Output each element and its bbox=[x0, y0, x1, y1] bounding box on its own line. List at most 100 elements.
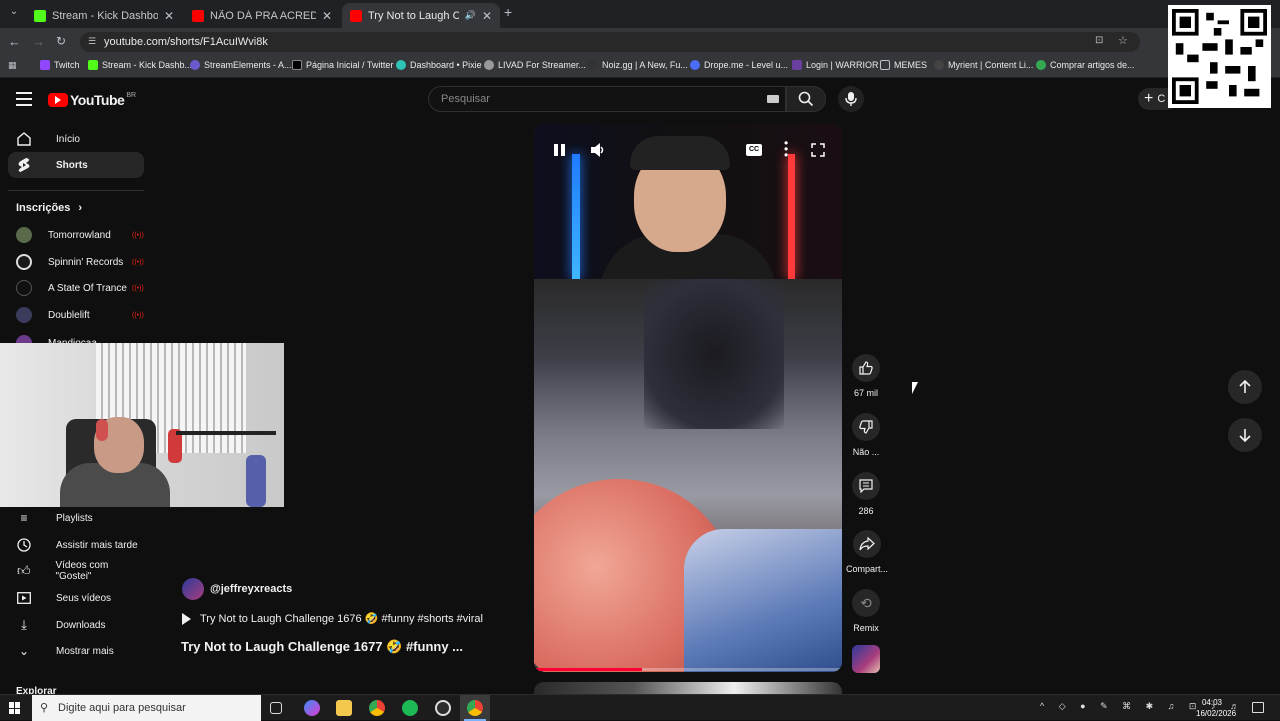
chevron-down-icon: ⌄ bbox=[18, 644, 30, 658]
reload-icon[interactable]: ↻ bbox=[56, 34, 66, 48]
sidebar-item-home[interactable]: Início bbox=[8, 126, 144, 152]
channel-avatar bbox=[182, 578, 204, 600]
search-input[interactable]: Pesquisar bbox=[428, 86, 786, 112]
previous-short-button[interactable] bbox=[1228, 370, 1262, 404]
reactor-bandana bbox=[630, 136, 730, 170]
start-button[interactable] bbox=[9, 702, 21, 714]
bookmark-livad[interactable]: LIVAD For Streamer... bbox=[484, 60, 586, 70]
pause-button[interactable] bbox=[554, 144, 568, 158]
sidebar-sub-doublelift[interactable]: Doublelift ((•)) bbox=[8, 302, 144, 328]
tab-list-dropdown-icon[interactable]: ⌄ bbox=[6, 6, 22, 22]
download-icon: ⤓ bbox=[21, 617, 27, 632]
warrior-icon bbox=[792, 60, 802, 70]
close-tab-icon[interactable]: ✕ bbox=[164, 9, 174, 23]
headset-graphic bbox=[96, 419, 108, 441]
webcam-overlay bbox=[0, 343, 284, 507]
apps-grid-icon[interactable]: ▦ bbox=[8, 60, 17, 71]
bookmark-comprar[interactable]: Comprar artigos de... bbox=[1036, 60, 1135, 70]
related-video-link[interactable]: Try Not to Laugh Challenge 1676 🤣 #funny… bbox=[182, 612, 483, 625]
file-explorer-icon[interactable] bbox=[336, 700, 352, 716]
back-icon[interactable]: ← bbox=[8, 34, 21, 49]
clock[interactable]: 04:03 16/02/2026 bbox=[1196, 697, 1236, 719]
mute-tab-icon[interactable]: 🔊 bbox=[465, 10, 476, 21]
bookmark-twitter[interactable]: Página Inicial / Twitter bbox=[292, 60, 393, 70]
volume-button[interactable] bbox=[590, 142, 604, 158]
bookmark-drope[interactable]: Drope.me - Level u... bbox=[690, 60, 788, 70]
channel-avatar-small[interactable] bbox=[852, 645, 880, 673]
sidebar-sub-asot[interactable]: A State Of Trance ((•)) bbox=[8, 275, 144, 301]
obs-icon[interactable] bbox=[435, 700, 451, 716]
sidebar-divider bbox=[8, 190, 144, 191]
share-button[interactable]: Compart... bbox=[846, 530, 888, 574]
tab-youtube-1[interactable]: NÃO DÁ PRA ACREDITAR NO C ✕ bbox=[184, 3, 340, 28]
shorts-video-player[interactable]: CC • • • bbox=[534, 124, 842, 672]
clip-hair-blur bbox=[644, 279, 784, 429]
pixie-icon bbox=[396, 60, 406, 70]
bookmark-folder-memes[interactable]: MEMES bbox=[880, 60, 927, 70]
tab-kick[interactable]: Stream - Kick Dashboard ✕ bbox=[26, 3, 182, 28]
fullscreen-icon[interactable] bbox=[810, 142, 826, 158]
close-tab-icon[interactable]: ✕ bbox=[482, 9, 492, 23]
install-app-icon[interactable]: ⊡ bbox=[1095, 35, 1103, 46]
sidebar-item-watch-later[interactable]: Assistir mais tarde bbox=[8, 532, 144, 558]
avatar bbox=[16, 307, 32, 323]
bookmark-kick[interactable]: Stream - Kick Dashb... bbox=[88, 60, 192, 70]
subscriptions-header[interactable]: Inscrições › bbox=[16, 202, 82, 214]
search-button[interactable] bbox=[786, 86, 826, 112]
bookmark-twitch[interactable]: Twitch bbox=[40, 60, 80, 70]
dislike-button[interactable]: Não ... bbox=[846, 413, 886, 457]
sidebar-item-show-more[interactable]: ⌄ Mostrar mais bbox=[8, 638, 144, 664]
comment-icon bbox=[852, 472, 880, 500]
bookmark-pixie[interactable]: Dashboard • Pixie bbox=[396, 60, 482, 70]
address-bar[interactable]: ☰ youtube.com/shorts/F1AcuIWvi8k ⊡ ☆ bbox=[80, 32, 1140, 52]
bookmark-streamelements[interactable]: StreamElements - A... bbox=[190, 60, 292, 70]
comments-button[interactable]: 286 bbox=[846, 472, 886, 516]
youtube-play-icon bbox=[48, 93, 68, 107]
new-tab-button[interactable]: + bbox=[504, 4, 520, 22]
task-view-icon[interactable] bbox=[270, 702, 282, 714]
bottle-graphic bbox=[246, 455, 266, 507]
chrome-active-icon[interactable] bbox=[460, 695, 490, 721]
tab-youtube-active[interactable]: Try Not to Laugh Challenge 🔊 ✕ bbox=[342, 3, 500, 28]
site-info-icon[interactable]: ☰ bbox=[88, 36, 96, 47]
like-button[interactable]: 67 mil bbox=[846, 354, 886, 398]
youtube-icon bbox=[192, 9, 204, 22]
x-icon bbox=[292, 60, 302, 70]
sidebar-item-shorts[interactable]: Shorts bbox=[8, 152, 144, 178]
sidebar-sub-tomorrowland[interactable]: Tomorrowland ((•)) bbox=[8, 222, 144, 248]
spotify-icon[interactable] bbox=[402, 700, 418, 716]
keyboard-icon[interactable] bbox=[767, 95, 779, 103]
sidebar-item-your-videos[interactable]: Seus vídeos bbox=[8, 585, 144, 611]
playlist-icon: ≡ bbox=[20, 511, 28, 525]
bookmark-warrior[interactable]: Login | WARRIOR bbox=[792, 60, 879, 70]
bookmarks-bar: ▦ Twitch Stream - Kick Dashb... StreamEl… bbox=[0, 56, 1280, 78]
sidebar-sub-spinnin[interactable]: Spinnin' Records ((•)) bbox=[8, 249, 144, 275]
avatar bbox=[16, 254, 32, 270]
bookmark-star-icon[interactable]: ☆ bbox=[1118, 34, 1128, 47]
notifications-icon[interactable] bbox=[1252, 702, 1264, 713]
clock-icon bbox=[16, 537, 32, 553]
bookmark-myrient[interactable]: Myrient | Content Li... bbox=[934, 60, 1033, 70]
pause-icon bbox=[554, 144, 558, 156]
video-progress-track[interactable] bbox=[534, 668, 842, 671]
youtube-logo[interactable]: YouTube BR bbox=[48, 92, 136, 108]
bookmark-noiz[interactable]: Noiz.gg | A New, Fu... bbox=[588, 60, 688, 70]
sidebar-item-downloads[interactable]: ⤓ Downloads bbox=[8, 612, 144, 638]
chrome-icon[interactable] bbox=[369, 700, 385, 716]
close-tab-icon[interactable]: ✕ bbox=[322, 9, 332, 23]
sidebar-item-playlists[interactable]: ≡ Playlists bbox=[8, 505, 144, 531]
forward-icon[interactable]: → bbox=[32, 34, 45, 49]
sidebar-item-liked[interactable]: 👍︎ Vídeos com "Gostei" bbox=[8, 558, 144, 584]
menu-icon[interactable] bbox=[16, 92, 32, 106]
captions-button[interactable]: CC bbox=[746, 144, 762, 156]
voice-search-button[interactable] bbox=[838, 86, 864, 112]
speaker-icon bbox=[591, 143, 604, 157]
live-icon: ((•)) bbox=[132, 285, 144, 292]
next-short-button[interactable] bbox=[1228, 418, 1262, 452]
more-options-icon[interactable]: • • • bbox=[784, 137, 788, 161]
taskbar-search-input[interactable]: ⚲ Digite aqui para pesquisar bbox=[32, 695, 261, 721]
clip-blue-cloth bbox=[684, 529, 842, 672]
copilot-icon[interactable] bbox=[304, 700, 320, 716]
channel-link[interactable]: @jeffreyxreacts bbox=[182, 578, 292, 600]
remix-button[interactable]: ⟲ Remix bbox=[846, 589, 886, 633]
